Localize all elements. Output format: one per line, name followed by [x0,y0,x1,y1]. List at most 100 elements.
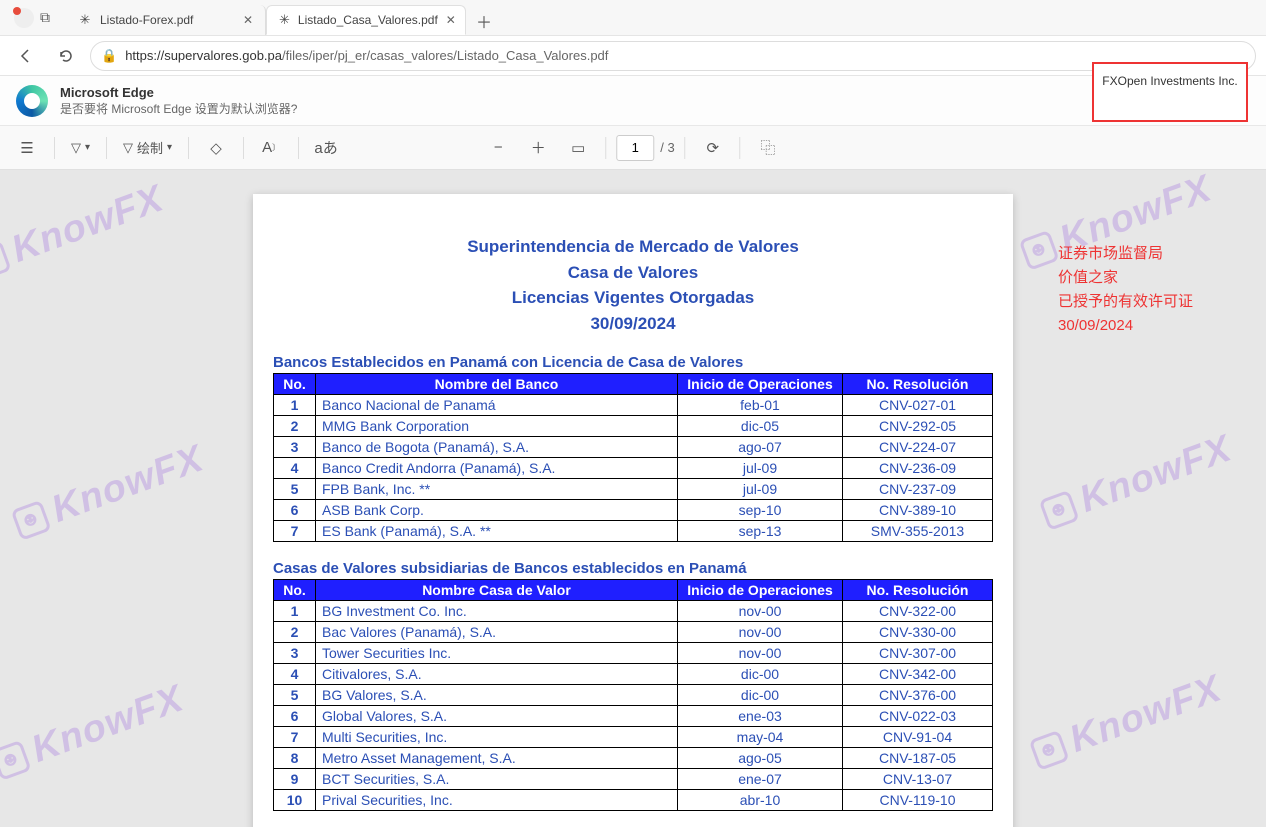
cell-name: BG Valores, S.A. [316,685,678,706]
table-row: 2Bac Valores (Panamá), S.A.nov-00CNV-330… [274,622,993,643]
pdf-page: Superintendencia de Mercado de Valores C… [253,194,1013,827]
zoom-in-button[interactable]: ＋ [521,131,555,165]
close-tab-icon[interactable]: ✕ [446,13,456,27]
cell-start: jul-09 [678,479,843,500]
back-button[interactable] [10,40,42,72]
pdf-viewer[interactable]: ☻KnowFX ☻KnowFX ☻KnowFX ☻KnowFX ☻KnowFX … [0,170,1266,827]
separator [685,137,686,159]
col-start: Inicio de Operaciones [678,374,843,395]
separator [243,137,244,159]
rotate-button[interactable]: ⟳ [696,131,730,165]
pdf-favicon-icon: ✳ [279,13,290,27]
table-row: 4Banco Credit Andorra (Panamá), S.A.jul-… [274,458,993,479]
col-no: No. [274,374,316,395]
notification-dot-icon [13,7,21,15]
separator [298,137,299,159]
cell-resolution: CNV-322-00 [843,601,993,622]
table-row: 6ASB Bank Corp.sep-10CNV-389-10 [274,500,993,521]
fit-page-button[interactable]: ▭ [561,131,595,165]
translation-annotation: 证券市场监督局 价值之家 已授予的有效许可证 30/09/2024 [1058,242,1193,338]
page-view-button[interactable]: ⿻ [751,131,785,165]
table-row: 9BCT Securities, S.A.ene-07CNV-13-07 [274,769,993,790]
separator [740,137,741,159]
window-controls: ⧉ [6,8,58,28]
page-number-input[interactable] [616,135,654,161]
cell-start: may-04 [678,727,843,748]
section1-table: No. Nombre del Banco Inicio de Operacion… [273,373,993,542]
separator [605,137,606,159]
cell-no: 6 [274,706,316,727]
new-tab-button[interactable]: ＋ [470,7,498,35]
prompt-subtitle: 是否要将 Microsoft Edge 设置为默认浏览器? [60,100,297,117]
draw-button[interactable]: ▽ 绘制 ▾ [117,131,178,165]
cell-no: 4 [274,664,316,685]
cell-name: Banco Nacional de Panamá [316,395,678,416]
col-name: Nombre Casa de Valor [316,580,678,601]
tab-strip: ✳ Listado-Forex.pdf ✕ ✳ Listado_Casa_Val… [66,0,498,35]
table-row: 3Tower Securities Inc.nov-00CNV-307-00 [274,643,993,664]
cell-resolution: CNV-027-01 [843,395,993,416]
cell-no: 5 [274,479,316,500]
section2-title: Casas de Valores subsidiarias de Bancos … [273,560,993,577]
section2-table: No. Nombre Casa de Valor Inicio de Opera… [273,579,993,811]
cell-no: 2 [274,622,316,643]
table-row: 5FPB Bank, Inc. **jul-09CNV-237-09 [274,479,993,500]
cell-resolution: CNV-119-10 [843,790,993,811]
zoom-out-button[interactable]: − [481,131,515,165]
cell-name: MMG Bank Corporation [316,416,678,437]
cell-resolution: CNV-292-05 [843,416,993,437]
cell-start: dic-05 [678,416,843,437]
cell-resolution: CNV-187-05 [843,748,993,769]
tab-listado-casa-valores[interactable]: ✳ Listado_Casa_Valores.pdf ✕ [266,5,466,35]
cell-start: ene-03 [678,706,843,727]
cell-start: dic-00 [678,664,843,685]
col-resolution: No. Resolución [843,374,993,395]
close-tab-icon[interactable]: ✕ [243,13,253,27]
cell-name: Citivalores, S.A. [316,664,678,685]
workspaces-icon[interactable]: ⧉ [40,9,50,26]
cell-start: nov-00 [678,622,843,643]
tab-listado-forex[interactable]: ✳ Listado-Forex.pdf ✕ [66,5,266,35]
table-row: 7ES Bank (Panamá), S.A. **sep-13SMV-355-… [274,521,993,542]
cell-resolution: CNV-91-04 [843,727,993,748]
profile-avatar[interactable] [14,8,34,28]
cell-resolution: CNV-330-00 [843,622,993,643]
prompt-text: Microsoft Edge 是否要将 Microsoft Edge 设置为默认… [60,85,297,117]
watermark: ☻KnowFX [0,177,169,285]
refresh-button[interactable] [50,40,82,72]
section1-title: Bancos Establecidos en Panamá con Licenc… [273,354,993,371]
cell-name: ASB Bank Corp. [316,500,678,521]
cell-start: jul-09 [678,458,843,479]
col-resolution: No. Resolución [843,580,993,601]
table-row: 10Prival Securities, Inc.abr-10CNV-119-1… [274,790,993,811]
watermark: ☻KnowFX [1037,427,1238,535]
erase-button[interactable]: ◇ [199,131,233,165]
col-start: Inicio de Operaciones [678,580,843,601]
read-aloud-button[interactable]: aあ [309,131,343,165]
cell-name: Banco de Bogota (Panamá), S.A. [316,437,678,458]
site-info-icon[interactable]: 🔒 [101,48,117,64]
cell-start: abr-10 [678,790,843,811]
text-size-button[interactable]: A〕 [254,131,288,165]
cell-start: nov-00 [678,601,843,622]
highlight-button[interactable]: ▽ ▾ [65,131,96,165]
cell-no: 4 [274,458,316,479]
table-header-row: No. Nombre Casa de Valor Inicio de Opera… [274,580,993,601]
cell-start: sep-10 [678,500,843,521]
titlebar: ⧉ ✳ Listado-Forex.pdf ✕ ✳ Listado_Casa_V… [0,0,1266,36]
cell-name: BCT Securities, S.A. [316,769,678,790]
table-row: 1Banco Nacional de Panamáfeb-01CNV-027-0… [274,395,993,416]
highlighter-icon: ▽ [71,140,81,156]
cell-name: Multi Securities, Inc. [316,727,678,748]
cell-start: nov-00 [678,643,843,664]
url-input[interactable]: 🔒 https://supervalores.gob.pa/files/iper… [90,41,1256,71]
cell-name: Banco Credit Andorra (Panamá), S.A. [316,458,678,479]
url-text: https://supervalores.gob.pa/files/iper/p… [125,48,1245,63]
edge-logo-icon [16,85,48,117]
chevron-down-icon: ▾ [85,142,90,153]
cell-no: 10 [274,790,316,811]
cell-start: feb-01 [678,395,843,416]
cell-no: 6 [274,500,316,521]
cell-no: 9 [274,769,316,790]
contents-button[interactable]: ☰ [10,131,44,165]
